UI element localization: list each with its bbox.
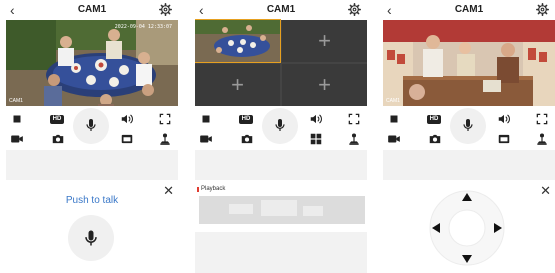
snapshot-icon[interactable] [428,132,442,146]
video-frame [383,20,555,106]
view-cell-4[interactable]: + [282,64,367,106]
ptz-direction-pad [428,189,506,267]
gear-icon[interactable] [536,3,549,16]
speaker-icon[interactable] [309,112,323,126]
video-frame [195,20,280,62]
video-frame [6,20,178,106]
top-bar: ‹ CAM1 [195,0,367,20]
arrow-right-icon[interactable] [492,222,504,234]
playback-label: Playback [201,186,226,192]
playback-timeline[interactable] [199,196,365,224]
timeline-segment [229,204,253,214]
window-icon[interactable] [497,132,511,146]
page-title: CAM1 [266,4,296,15]
talk-button[interactable] [73,108,109,144]
page-title: CAM1 [454,4,484,15]
screen-live-push-to-talk: ‹ CAM1 2022-09-04 12:33:07 CAM1 HD ✕ Pus… [6,0,178,273]
top-bar: ‹ CAM1 [6,0,178,20]
snapshot-icon[interactable] [240,132,254,146]
hd-button[interactable]: HD [427,115,441,124]
timeline-segment [261,200,297,216]
ptz-icon[interactable] [535,132,549,146]
snapshot-icon[interactable] [51,132,65,146]
microphone-icon [83,117,99,133]
stop-icon[interactable] [199,112,213,126]
live-video[interactable]: 2022-09-04 12:33:07 CAM1 [6,20,178,106]
info-area [383,150,555,180]
talk-button[interactable] [262,108,298,144]
push-to-talk-label: Push to talk [65,195,119,206]
control-bar: HD [6,108,178,148]
live-video[interactable]: CAM1 [383,20,555,106]
control-bar: HD [195,108,367,148]
screen-multi-view-playback: ‹ CAM1 + + + HD Playback [195,0,367,273]
video-timestamp: 2022-09-04 12:33:07 [114,24,172,30]
microphone-icon [460,117,476,133]
timeline-segment [303,206,323,216]
playback-marker [197,187,199,192]
arrow-down-icon[interactable] [461,253,473,265]
speaker-icon[interactable] [497,112,511,126]
screen-live-ptz: ‹ CAM1 CAM1 HD ✕ [383,0,555,273]
view-cell-2[interactable]: + [282,20,367,62]
plus-icon: + [231,72,244,97]
talk-button[interactable] [450,108,486,144]
arrow-left-icon[interactable] [430,222,442,234]
microphone-icon [81,227,101,249]
fullscreen-icon[interactable] [347,112,361,126]
ptz-icon[interactable] [158,132,172,146]
page-title: CAM1 [77,4,107,15]
video-camera-label: CAM1 [386,98,400,104]
info-area [6,150,178,180]
plus-icon: + [318,28,331,53]
info-area [195,150,367,180]
close-icon[interactable]: ✕ [540,184,551,197]
fullscreen-icon[interactable] [158,112,172,126]
window-icon[interactable] [120,132,134,146]
playback-list-area [195,232,367,273]
video-camera-label: CAM1 [9,98,23,104]
hd-button[interactable]: HD [50,115,64,124]
view-cell-3[interactable]: + [195,64,280,106]
top-bar: ‹ CAM1 [383,0,555,20]
stop-icon[interactable] [387,112,401,126]
record-video-icon[interactable] [387,132,401,146]
plus-icon: + [318,72,331,97]
speaker-icon[interactable] [120,112,134,126]
record-video-icon[interactable] [199,132,213,146]
push-to-talk-button[interactable] [68,215,114,261]
grid-view-icon[interactable] [309,132,323,146]
view-cell-1[interactable] [195,19,281,63]
stop-icon[interactable] [10,112,24,126]
ptz-icon[interactable] [347,132,361,146]
gear-icon[interactable] [348,3,361,16]
four-split-view: + + + [195,19,367,106]
microphone-icon [272,117,288,133]
gear-icon[interactable] [159,3,172,16]
fullscreen-icon[interactable] [535,112,549,126]
hd-button[interactable]: HD [239,115,253,124]
record-video-icon[interactable] [10,132,24,146]
control-bar: HD [383,108,555,148]
arrow-up-icon[interactable] [461,191,473,203]
